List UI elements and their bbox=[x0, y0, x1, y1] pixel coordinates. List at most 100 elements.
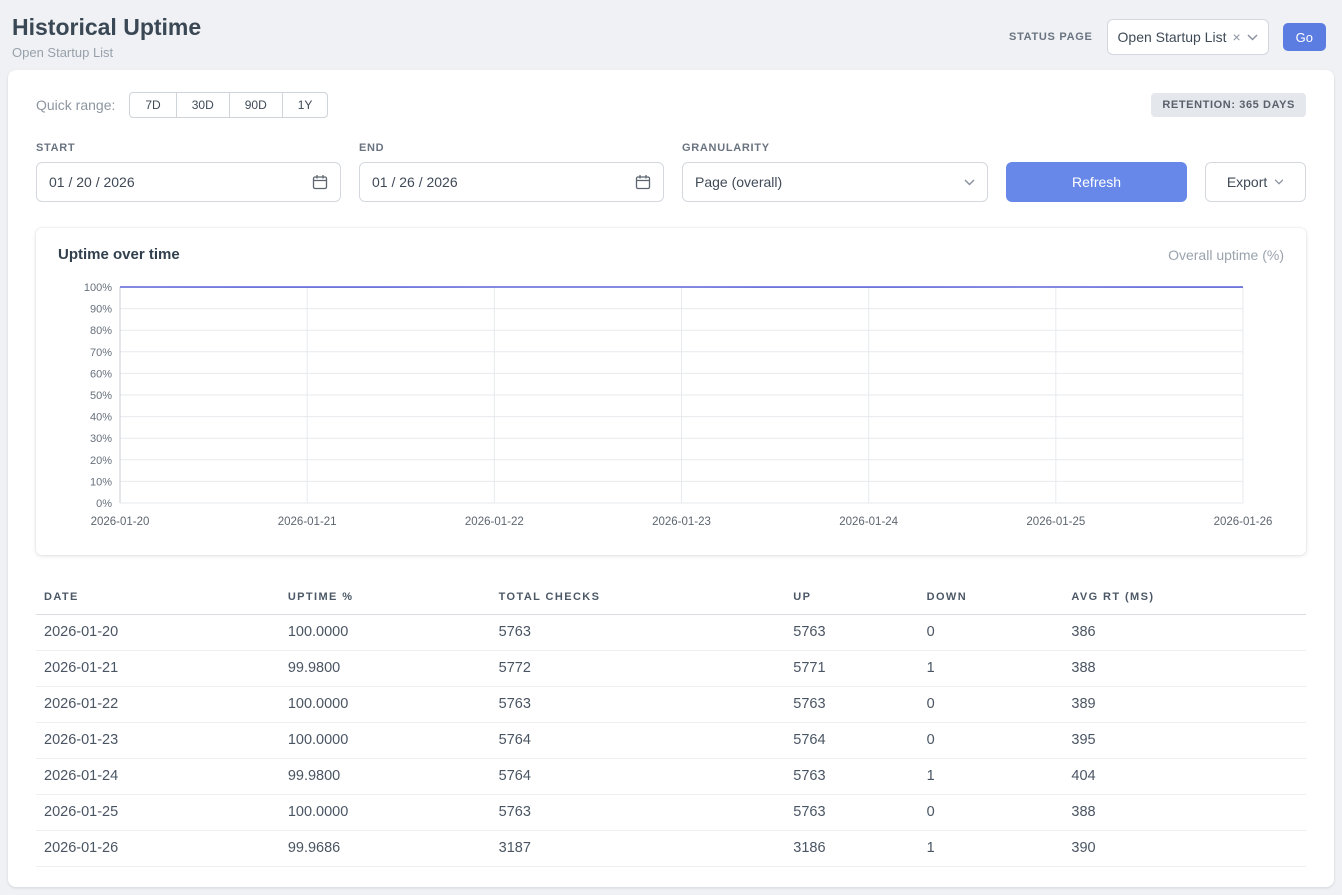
svg-text:2026-01-24: 2026-01-24 bbox=[839, 516, 898, 528]
table-body: 2026-01-20100.00005763576303862026-01-21… bbox=[36, 615, 1306, 867]
table-cell: 100.0000 bbox=[280, 795, 491, 831]
table-cell: 100.0000 bbox=[280, 723, 491, 759]
table-cell: 2026-01-26 bbox=[36, 831, 280, 867]
table-header: DATE UPTIME % TOTAL CHECKS UP DOWN AVG R… bbox=[36, 581, 1306, 615]
table-cell: 100.0000 bbox=[280, 615, 491, 651]
table-cell: 395 bbox=[1063, 723, 1306, 759]
table-cell: 5763 bbox=[785, 795, 918, 831]
uptime-table: DATE UPTIME % TOTAL CHECKS UP DOWN AVG R… bbox=[36, 581, 1306, 867]
table-row: 2026-01-2499.9800576457631404 bbox=[36, 759, 1306, 795]
table-cell: 404 bbox=[1063, 759, 1306, 795]
svg-text:2026-01-26: 2026-01-26 bbox=[1214, 516, 1273, 528]
filter-form-row: START 01 / 20 / 2026 END 01 / 26 / 2026 bbox=[36, 142, 1306, 202]
chart-card: Uptime over time Overall uptime (%) 0%10… bbox=[36, 228, 1306, 555]
svg-text:60%: 60% bbox=[90, 369, 112, 381]
svg-text:2026-01-21: 2026-01-21 bbox=[278, 516, 337, 528]
column-header-avg-rt: AVG RT (MS) bbox=[1063, 581, 1306, 615]
topbar-right: STATUS PAGE Open Startup List × Go bbox=[1009, 19, 1326, 55]
svg-text:2026-01-20: 2026-01-20 bbox=[91, 516, 150, 528]
table-cell: 1 bbox=[919, 759, 1064, 795]
table-cell: 5763 bbox=[491, 795, 786, 831]
svg-text:50%: 50% bbox=[90, 390, 112, 402]
page: Historical Uptime Open Startup List STAT… bbox=[0, 0, 1342, 895]
table-cell: 5763 bbox=[785, 759, 918, 795]
retention-badge: RETENTION: 365 DAYS bbox=[1151, 93, 1306, 117]
column-header-date: DATE bbox=[36, 581, 280, 615]
quick-range-label: Quick range: bbox=[36, 97, 115, 113]
main-card: Quick range: 7D 30D 90D 1Y RETENTION: 36… bbox=[8, 70, 1334, 887]
table-cell: 0 bbox=[919, 615, 1064, 651]
go-button[interactable]: Go bbox=[1283, 23, 1326, 51]
clear-icon[interactable]: × bbox=[1232, 29, 1240, 45]
chevron-down-icon bbox=[964, 179, 975, 186]
quick-range-segmented-control: 7D 30D 90D 1Y bbox=[129, 92, 328, 118]
table-cell: 2026-01-21 bbox=[36, 651, 280, 687]
svg-text:2026-01-25: 2026-01-25 bbox=[1026, 516, 1085, 528]
topbar: Historical Uptime Open Startup List STAT… bbox=[8, 8, 1334, 70]
table-cell: 0 bbox=[919, 687, 1064, 723]
calendar-icon[interactable] bbox=[312, 174, 328, 190]
granularity-label: GRANULARITY bbox=[682, 142, 988, 154]
table-cell: 388 bbox=[1063, 651, 1306, 687]
table-cell: 3187 bbox=[491, 831, 786, 867]
svg-text:2026-01-23: 2026-01-23 bbox=[652, 516, 711, 528]
table-cell: 389 bbox=[1063, 687, 1306, 723]
chart-title: Uptime over time bbox=[58, 246, 180, 263]
table-cell: 388 bbox=[1063, 795, 1306, 831]
table-row: 2026-01-23100.0000576457640395 bbox=[36, 723, 1306, 759]
refresh-button[interactable]: Refresh bbox=[1006, 162, 1187, 202]
granularity-select[interactable]: Page (overall) bbox=[682, 162, 988, 202]
table-cell: 99.9800 bbox=[280, 759, 491, 795]
svg-text:70%: 70% bbox=[90, 347, 112, 359]
svg-text:100%: 100% bbox=[84, 282, 112, 294]
chart-legend: Overall uptime (%) bbox=[1168, 247, 1284, 263]
svg-text:20%: 20% bbox=[90, 455, 112, 467]
start-date-label: START bbox=[36, 142, 341, 154]
table-cell: 386 bbox=[1063, 615, 1306, 651]
start-date-value: 01 / 20 / 2026 bbox=[49, 174, 135, 190]
granularity-value: Page (overall) bbox=[695, 174, 782, 190]
quick-range-7d-button[interactable]: 7D bbox=[129, 92, 176, 118]
export-button-label: Export bbox=[1227, 174, 1267, 190]
status-page-label: STATUS PAGE bbox=[1009, 31, 1092, 43]
table-cell: 2026-01-20 bbox=[36, 615, 280, 651]
table-cell: 5763 bbox=[491, 687, 786, 723]
quick-range-1y-button[interactable]: 1Y bbox=[282, 92, 329, 118]
chevron-down-icon bbox=[1274, 179, 1284, 185]
svg-text:2026-01-22: 2026-01-22 bbox=[465, 516, 524, 528]
table-row: 2026-01-20100.0000576357630386 bbox=[36, 615, 1306, 651]
svg-text:80%: 80% bbox=[90, 325, 112, 337]
table-cell: 5764 bbox=[785, 723, 918, 759]
end-date-field: END 01 / 26 / 2026 bbox=[359, 142, 664, 202]
status-page-select[interactable]: Open Startup List × bbox=[1107, 19, 1269, 55]
quick-range-row: Quick range: 7D 30D 90D 1Y RETENTION: 36… bbox=[36, 92, 1306, 118]
table-cell: 5764 bbox=[491, 723, 786, 759]
page-subtitle: Open Startup List bbox=[12, 45, 201, 61]
quick-range-30d-button[interactable]: 30D bbox=[176, 92, 230, 118]
title-block: Historical Uptime Open Startup List bbox=[12, 14, 201, 60]
table-cell: 0 bbox=[919, 723, 1064, 759]
start-date-input[interactable]: 01 / 20 / 2026 bbox=[36, 162, 341, 202]
end-date-label: END bbox=[359, 142, 664, 154]
end-date-input[interactable]: 01 / 26 / 2026 bbox=[359, 162, 664, 202]
table-cell: 1 bbox=[919, 831, 1064, 867]
table-row: 2026-01-25100.0000576357630388 bbox=[36, 795, 1306, 831]
calendar-icon[interactable] bbox=[635, 174, 651, 190]
table-cell: 100.0000 bbox=[280, 687, 491, 723]
table-row: 2026-01-22100.0000576357630389 bbox=[36, 687, 1306, 723]
page-title: Historical Uptime bbox=[12, 14, 201, 42]
table-cell: 0 bbox=[919, 795, 1064, 831]
column-header-down: DOWN bbox=[919, 581, 1064, 615]
svg-text:40%: 40% bbox=[90, 412, 112, 424]
table-cell: 99.9686 bbox=[280, 831, 491, 867]
status-page-value: Open Startup List bbox=[1118, 29, 1227, 45]
column-header-uptime: UPTIME % bbox=[280, 581, 491, 615]
table-cell: 5771 bbox=[785, 651, 918, 687]
quick-range-90d-button[interactable]: 90D bbox=[229, 92, 283, 118]
table-row: 2026-01-2199.9800577257711388 bbox=[36, 651, 1306, 687]
table-cell: 2026-01-24 bbox=[36, 759, 280, 795]
table-cell: 1 bbox=[919, 651, 1064, 687]
column-header-total-checks: TOTAL CHECKS bbox=[491, 581, 786, 615]
export-button[interactable]: Export bbox=[1205, 162, 1306, 202]
chart-header: Uptime over time Overall uptime (%) bbox=[58, 246, 1284, 263]
